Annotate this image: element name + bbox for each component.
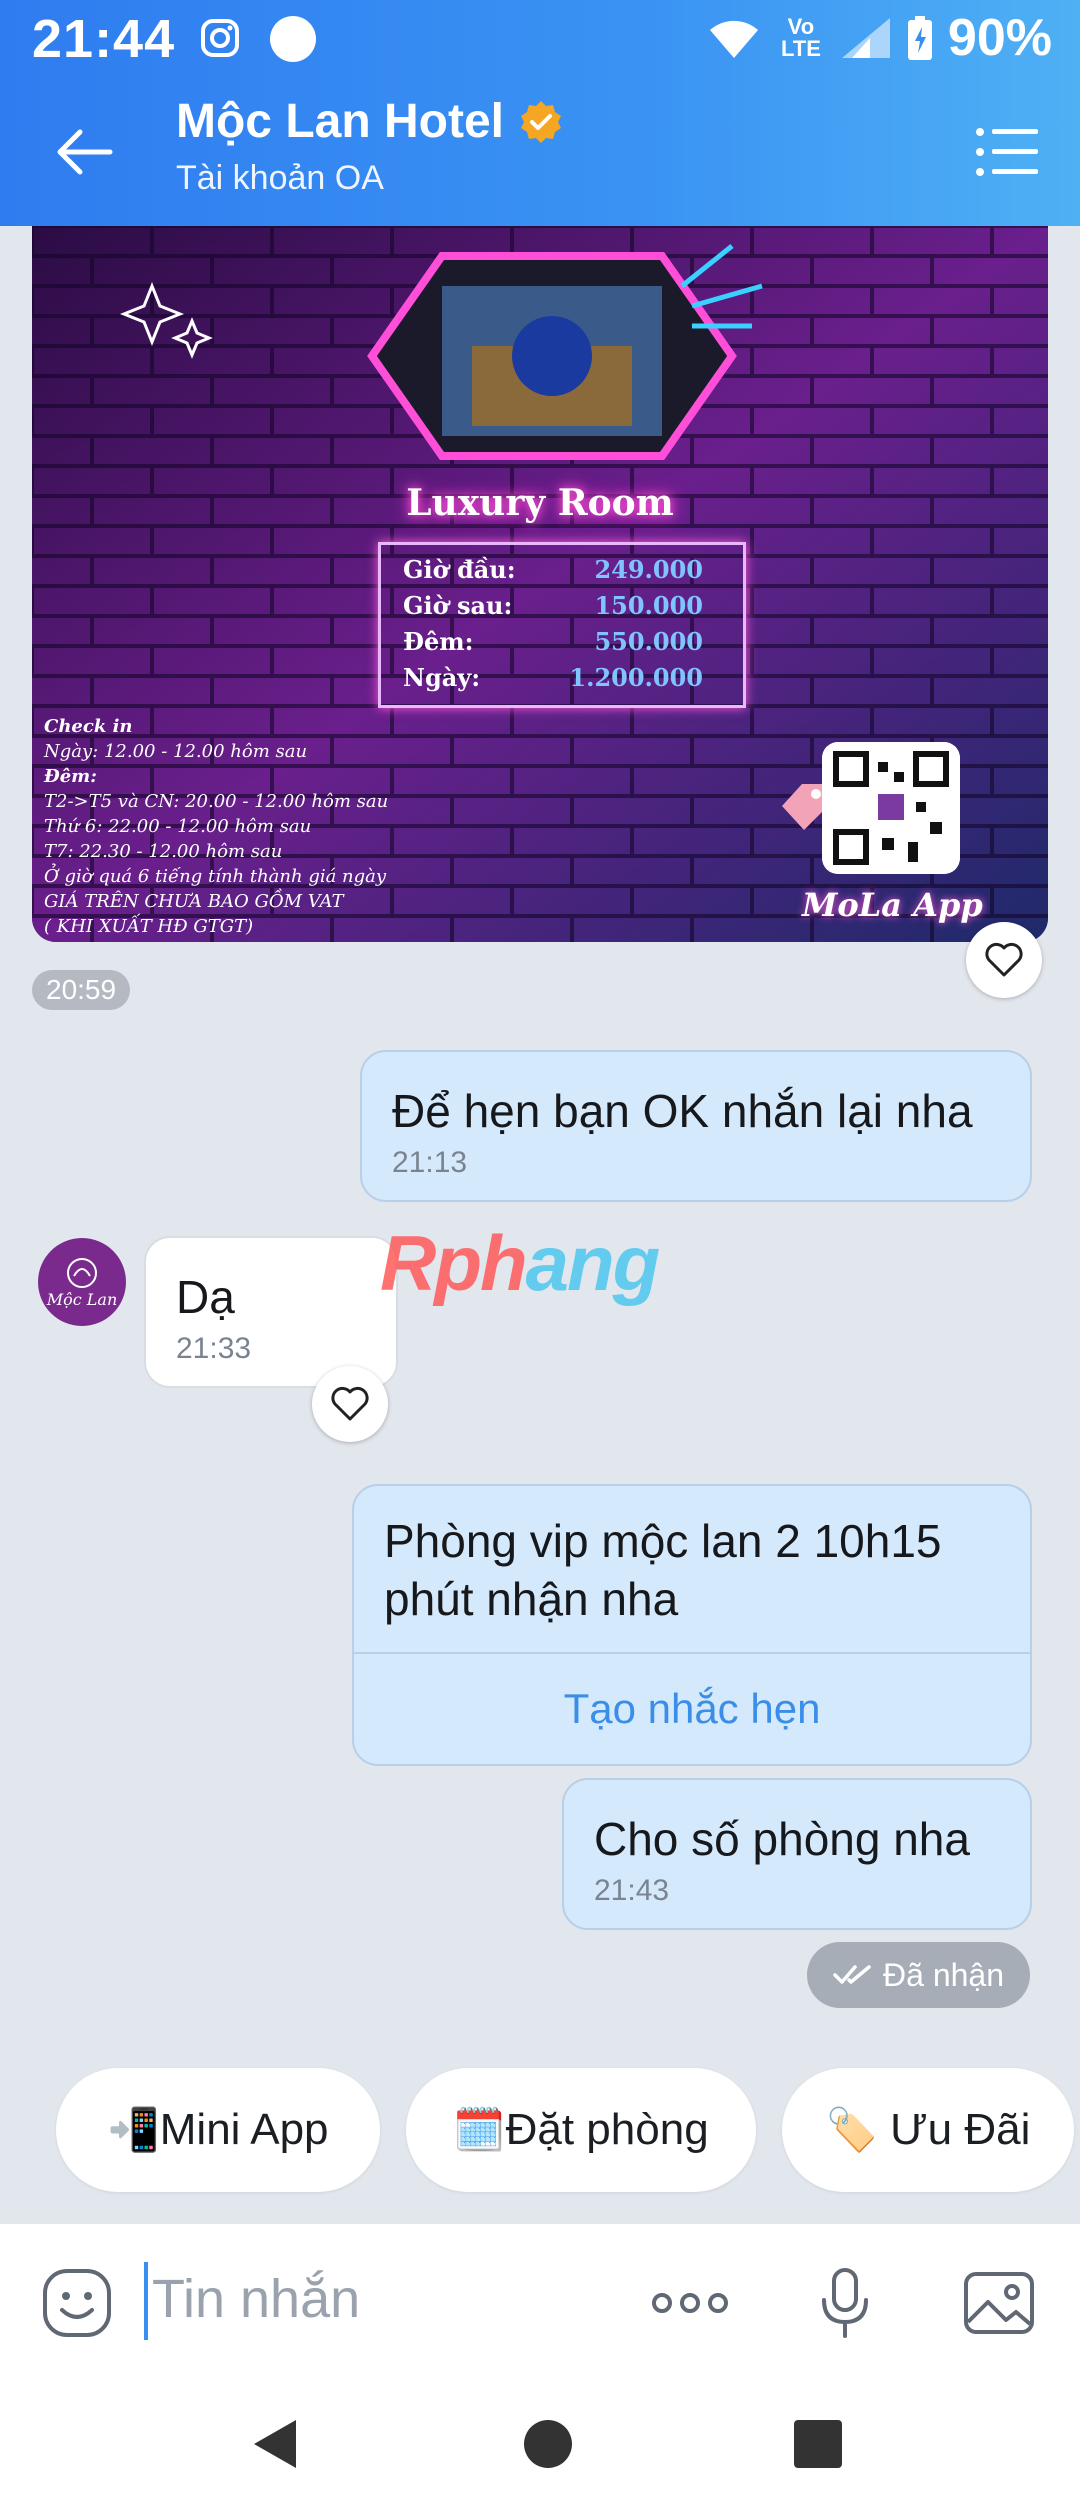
message-text: Để hẹn bạn OK nhắn lại nha xyxy=(392,1085,973,1137)
clock: 21:44 xyxy=(32,9,176,69)
outgoing-message[interactable]: Để hẹn bạn OK nhắn lại nha 21:13 xyxy=(360,1050,1032,1202)
account-type: Tài khoản OA xyxy=(176,159,384,197)
message-text: Cho số phòng nha xyxy=(594,1813,970,1865)
chat-header: Mộc Lan Hotel Tài khoản OA xyxy=(0,78,1080,226)
received-label: Đã nhận xyxy=(883,1957,1004,1993)
offers-chip[interactable]: 🏷️ Ưu Đãi xyxy=(782,2068,1074,2192)
qr-code-icon xyxy=(822,742,960,874)
price-row: Giờ đầu: 249.000 xyxy=(403,555,703,584)
checkin-notes: Check in Ngày: 12.00 - 12.00 hôm sau Đêm… xyxy=(44,716,389,937)
like-button[interactable] xyxy=(966,922,1042,998)
like-button[interactable] xyxy=(312,1366,388,1442)
timestamp-pill: 20:59 xyxy=(32,970,131,1010)
message-time: 21:43 xyxy=(594,1874,670,1907)
nav-recents-icon[interactable] xyxy=(788,2414,848,2474)
message-time: 21:33 xyxy=(176,1332,252,1365)
brand-label: MoLa App xyxy=(802,886,983,924)
message-input-bar: Tin nhắn xyxy=(0,2222,1080,2374)
heart-icon xyxy=(331,1386,369,1421)
outgoing-message[interactable]: Cho số phòng nha 21:43 xyxy=(562,1778,1032,1930)
book-room-chip[interactable]: 🗓️Đặt phòng xyxy=(406,2068,756,2192)
wifi-icon xyxy=(709,20,758,58)
nav-home-icon[interactable] xyxy=(518,2414,578,2474)
verified-badge-icon xyxy=(521,100,562,143)
message-text: Dạ xyxy=(176,1271,235,1323)
instagram-icon xyxy=(201,19,239,57)
room-price-poster[interactable]: Luxury Room Giờ đầu: 249.000 Giờ sau: 150.… xyxy=(32,226,1048,942)
more-options-icon[interactable] xyxy=(650,2266,730,2340)
heart-icon xyxy=(985,942,1023,977)
price-row: Ngày: 1.200.000 xyxy=(403,663,703,692)
calendar-icon: 🗓️ xyxy=(453,2106,506,2153)
signal-icon xyxy=(841,18,890,58)
microphone-icon[interactable] xyxy=(808,2266,882,2340)
back-arrow-icon[interactable] xyxy=(52,120,116,184)
nav-back-icon[interactable] xyxy=(246,2414,306,2474)
network-type: Vo LTE xyxy=(780,14,821,61)
page-title: Mộc Lan Hotel xyxy=(176,94,564,149)
chat-title-block[interactable]: Mộc Lan Hotel Tài khoản OA xyxy=(176,94,564,198)
status-badge: Đã nhận xyxy=(807,1942,1030,2008)
text-cursor xyxy=(144,2262,148,2340)
price-row: Giờ sau: 150.000 xyxy=(403,591,703,620)
menu-list-icon[interactable] xyxy=(974,122,1040,182)
message-input[interactable]: Tin nhắn xyxy=(152,2268,360,2330)
hotel-name: Mộc Lan Hotel xyxy=(176,95,505,148)
mini-app-chip[interactable]: 📲Mini App xyxy=(56,2068,380,2192)
incoming-message[interactable]: Dạ 21:33 xyxy=(144,1236,398,1388)
tag-icon: 🏷️ xyxy=(825,2106,878,2153)
message-time: 21:13 xyxy=(392,1146,468,1179)
avatar-text: Mộc Lan xyxy=(46,1289,118,1309)
emoji-icon[interactable] xyxy=(40,2266,114,2340)
status-bar: 21:44 Vo LTE 90% xyxy=(0,0,1080,78)
system-navigation-bar xyxy=(0,2372,1080,2520)
battery-percent: 90% xyxy=(947,9,1052,67)
message-text: Phòng vip mộc lan 2 10h15 phút nhận nha xyxy=(384,1515,942,1625)
top-bar: 21:44 Vo LTE 90% Mộc Lan Hotel Tài khoản… xyxy=(0,0,1080,226)
battery-icon xyxy=(907,16,932,60)
poster-title: Luxury Room xyxy=(406,482,674,524)
notification-dot-icon xyxy=(270,16,316,62)
avatar[interactable]: Mộc Lan xyxy=(38,1238,126,1326)
outgoing-message[interactable]: Phòng vip mộc lan 2 10h15 phút nhận nha … xyxy=(352,1484,1032,1766)
create-reminder-button[interactable]: Tạo nhắc hẹn xyxy=(354,1652,1030,1764)
phone-icon: 📲 xyxy=(107,2106,160,2153)
avatar-logo-icon xyxy=(67,1257,97,1288)
watermark-logo: Rphang xyxy=(380,1219,660,1307)
double-check-icon xyxy=(833,1965,871,1984)
system-icons: Vo LTE 90% xyxy=(706,9,1052,67)
gallery-icon[interactable] xyxy=(962,2266,1036,2340)
price-row: Đêm: 550.000 xyxy=(403,627,703,656)
price-table: Giờ đầu: 249.000 Giờ sau: 150.000 Đêm: 550.… xyxy=(378,542,746,708)
